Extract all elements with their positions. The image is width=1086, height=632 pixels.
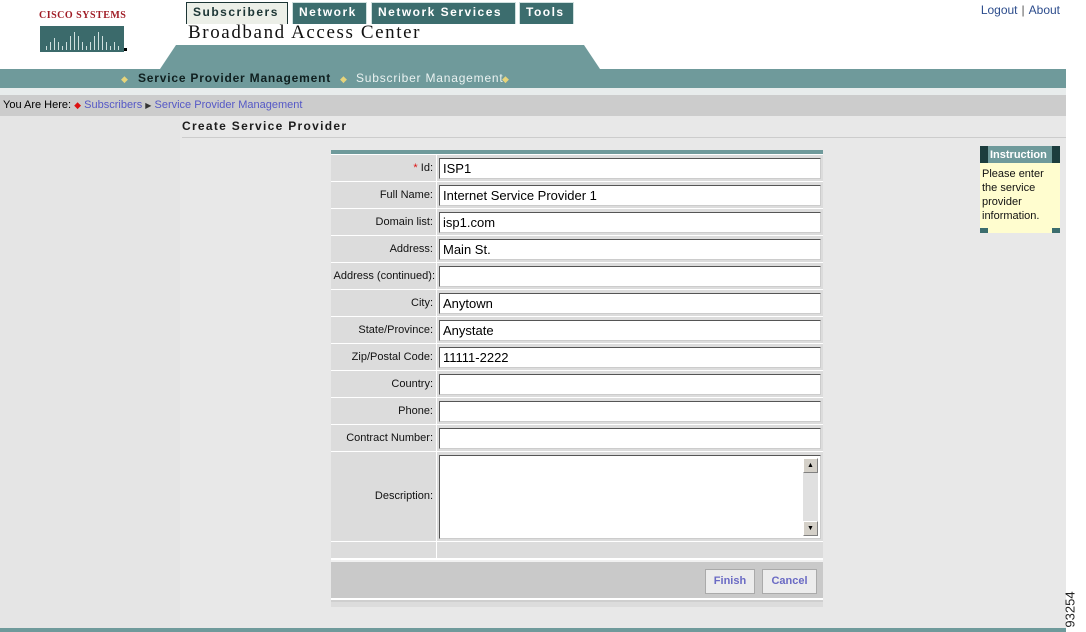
address-continued-field[interactable]: [439, 266, 821, 287]
form-row-description: Description: ▲ ▼: [331, 452, 823, 541]
diamond-icon: ◆: [121, 74, 128, 84]
breadcrumb-prefix: You Are Here:: [3, 99, 72, 111]
tab-tools[interactable]: Tools: [519, 2, 574, 24]
state-province-label: State/Province:: [331, 317, 436, 343]
full-name-field[interactable]: [439, 185, 821, 206]
required-mark: *: [413, 162, 418, 174]
chevron-right-icon: ▶: [145, 101, 152, 110]
figure-number-text: 93254: [1062, 591, 1078, 628]
domain-list-label: Domain list:: [331, 209, 436, 235]
phone-label: Phone:: [331, 398, 436, 424]
scroll-down-arrow-icon[interactable]: ▼: [803, 521, 818, 536]
cisco-logo-bars: [40, 26, 124, 52]
id-field[interactable]: [439, 158, 821, 179]
form-row-id: * Id:: [331, 155, 823, 182]
tab-network[interactable]: Network: [292, 2, 367, 24]
form-row-country: Country:: [331, 371, 823, 398]
city-field[interactable]: [439, 293, 821, 314]
description-scrollbar[interactable]: ▲ ▼: [803, 458, 818, 536]
left-sidebar: [0, 116, 180, 628]
form-row-phone: Phone:: [331, 398, 823, 425]
description-label: Description:: [331, 452, 436, 541]
state-province-field[interactable]: [439, 320, 821, 341]
description-textarea[interactable]: ▲ ▼: [439, 455, 821, 539]
form-row-spacer: [331, 542, 823, 558]
finish-button[interactable]: Finish: [705, 569, 755, 594]
subnav-service-provider-management[interactable]: Service Provider Management: [138, 71, 331, 85]
form-footer: Finish Cancel: [331, 560, 823, 598]
form-row-zip-postal-code: Zip/Postal Code:: [331, 344, 823, 371]
form-row-address-continued: Address (continued):: [331, 263, 823, 290]
zip-postal-code-label: Zip/Postal Code:: [331, 344, 436, 370]
cancel-button[interactable]: Cancel: [762, 569, 817, 594]
breadcrumb: You Are Here: ◆ Subscribers ▶ Service Pr…: [0, 95, 1066, 116]
address-continued-label: Address (continued):: [331, 263, 436, 289]
logout-link[interactable]: Logout: [981, 3, 1018, 17]
address-label: Address:: [331, 236, 436, 262]
address-field[interactable]: [439, 239, 821, 260]
phone-field[interactable]: [439, 401, 821, 422]
instruction-text: Please enter the service provider inform…: [982, 168, 1044, 222]
top-links-separator: |: [1021, 3, 1025, 17]
service-provider-form: * Id: Full Name: Domain list: Address: A…: [331, 150, 823, 607]
city-label: City:: [331, 290, 436, 316]
scroll-up-arrow-icon[interactable]: ▲: [803, 458, 818, 473]
country-field[interactable]: [439, 374, 821, 395]
contract-number-field[interactable]: [439, 428, 821, 449]
figure-number: 93254: [1062, 586, 1086, 632]
country-label: Country:: [331, 371, 436, 397]
form-row-domain-list: Domain list:: [331, 209, 823, 236]
tab-strip: [160, 45, 600, 69]
cisco-logo: Cisco Systems: [38, 10, 128, 55]
instruction-box: Instruction Please enter the service pro…: [980, 146, 1060, 233]
full-name-label: Full Name:: [331, 182, 436, 208]
tab-subscribers[interactable]: Subscribers: [186, 2, 288, 24]
diamond-icon: ◆: [74, 100, 82, 110]
form-row-address: Address:: [331, 236, 823, 263]
zip-postal-code-field[interactable]: [439, 347, 821, 368]
tab-network-services[interactable]: Network Services: [371, 2, 516, 24]
id-label: * Id:: [331, 155, 436, 181]
subnav-subscriber-management[interactable]: Subscriber Management: [356, 71, 504, 85]
form-row-contract-number: Contract Number:: [331, 425, 823, 452]
breadcrumb-service-provider-management[interactable]: Service Provider Management: [155, 99, 303, 111]
app-title: Broadband Access Center: [188, 22, 422, 43]
cisco-logo-text: Cisco Systems: [39, 10, 127, 21]
breadcrumb-subscribers[interactable]: Subscribers: [84, 99, 142, 111]
diamond-icon: ◆: [502, 74, 509, 84]
form-row-state-province: State/Province:: [331, 317, 823, 344]
sub-navigation: ◆ Service Provider Management ◆ Subscrib…: [0, 69, 1066, 88]
top-links: Logout | About: [981, 3, 1060, 17]
domain-list-field[interactable]: [439, 212, 821, 233]
instruction-title: Instruction: [980, 146, 1060, 163]
contract-number-label: Contract Number:: [331, 425, 436, 451]
form-row-full-name: Full Name:: [331, 182, 823, 209]
diamond-icon: ◆: [340, 74, 347, 84]
form-row-city: City:: [331, 290, 823, 317]
page-title: Create Service Provider: [182, 119, 348, 133]
about-link[interactable]: About: [1029, 3, 1060, 17]
